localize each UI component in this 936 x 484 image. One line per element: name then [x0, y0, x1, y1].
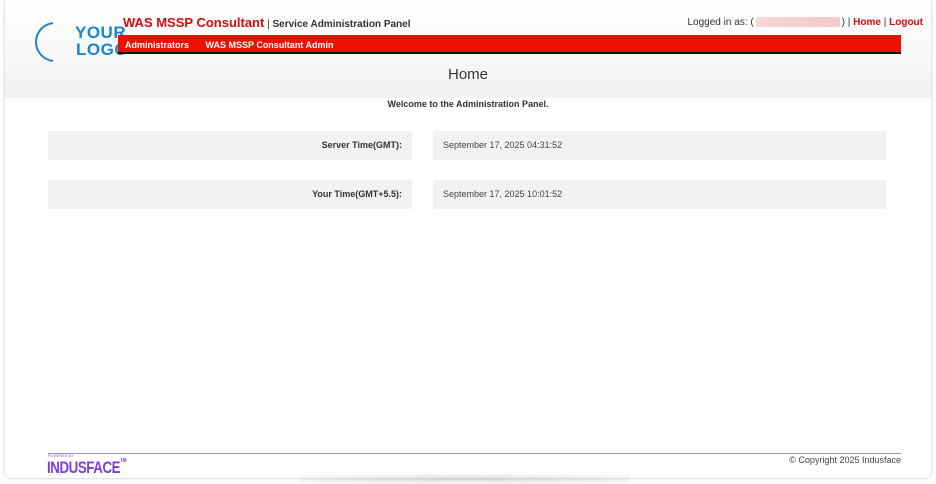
server-time-row: Server Time(GMT): September 17, 2025 04:… [48, 131, 886, 160]
server-time-value: September 17, 2025 04:31:52 [433, 131, 886, 160]
user-separator-2: | [880, 17, 890, 28]
your-time-label: Your Time(GMT+5.5): [48, 180, 412, 209]
your-time-row: Your Time(GMT+5.5): September 17, 2025 1… [48, 180, 886, 209]
nav-bar: Administrators WAS MSSP Consultant Admin [118, 35, 901, 54]
welcome-message: Welcome to the Administration Panel. [387, 99, 549, 109]
trademark-mark: TM [120, 458, 127, 464]
logo: YOUR LOGO [35, 16, 128, 62]
home-link[interactable]: Home [853, 17, 881, 28]
page-frame: YOUR LOGO WAS MSSP Consultant | Service … [5, 0, 931, 478]
app-name: WAS MSSP Consultant [123, 15, 265, 30]
nav-item-administrators[interactable]: Administrators [125, 37, 189, 54]
copyright-text: © Copyright 2025 Indusface [789, 455, 901, 465]
app-subtitle: Service Administration Panel [272, 19, 411, 30]
bottom-shadow [300, 474, 630, 484]
account-open-paren: ( [750, 17, 754, 28]
page-title: Home [447, 66, 488, 83]
redacted-username [755, 17, 840, 28]
server-time-label: Server Time(GMT): [48, 131, 412, 160]
logo-ring-icon [35, 22, 53, 62]
indusface-logo: INDUSFACETM [47, 458, 127, 477]
user-area: Logged in as: () | Home | Logout [687, 17, 923, 28]
logout-link[interactable]: Logout [889, 17, 923, 28]
nav-item-consultant-admin[interactable]: WAS MSSP Consultant Admin [205, 37, 333, 54]
your-time-value: September 17, 2025 10:01:52 [433, 180, 886, 209]
logged-in-label: Logged in as: [687, 17, 748, 28]
app-title: WAS MSSP Consultant | Service Administra… [123, 15, 411, 30]
footer-divider [48, 453, 901, 454]
user-separator-1: | [845, 17, 854, 28]
